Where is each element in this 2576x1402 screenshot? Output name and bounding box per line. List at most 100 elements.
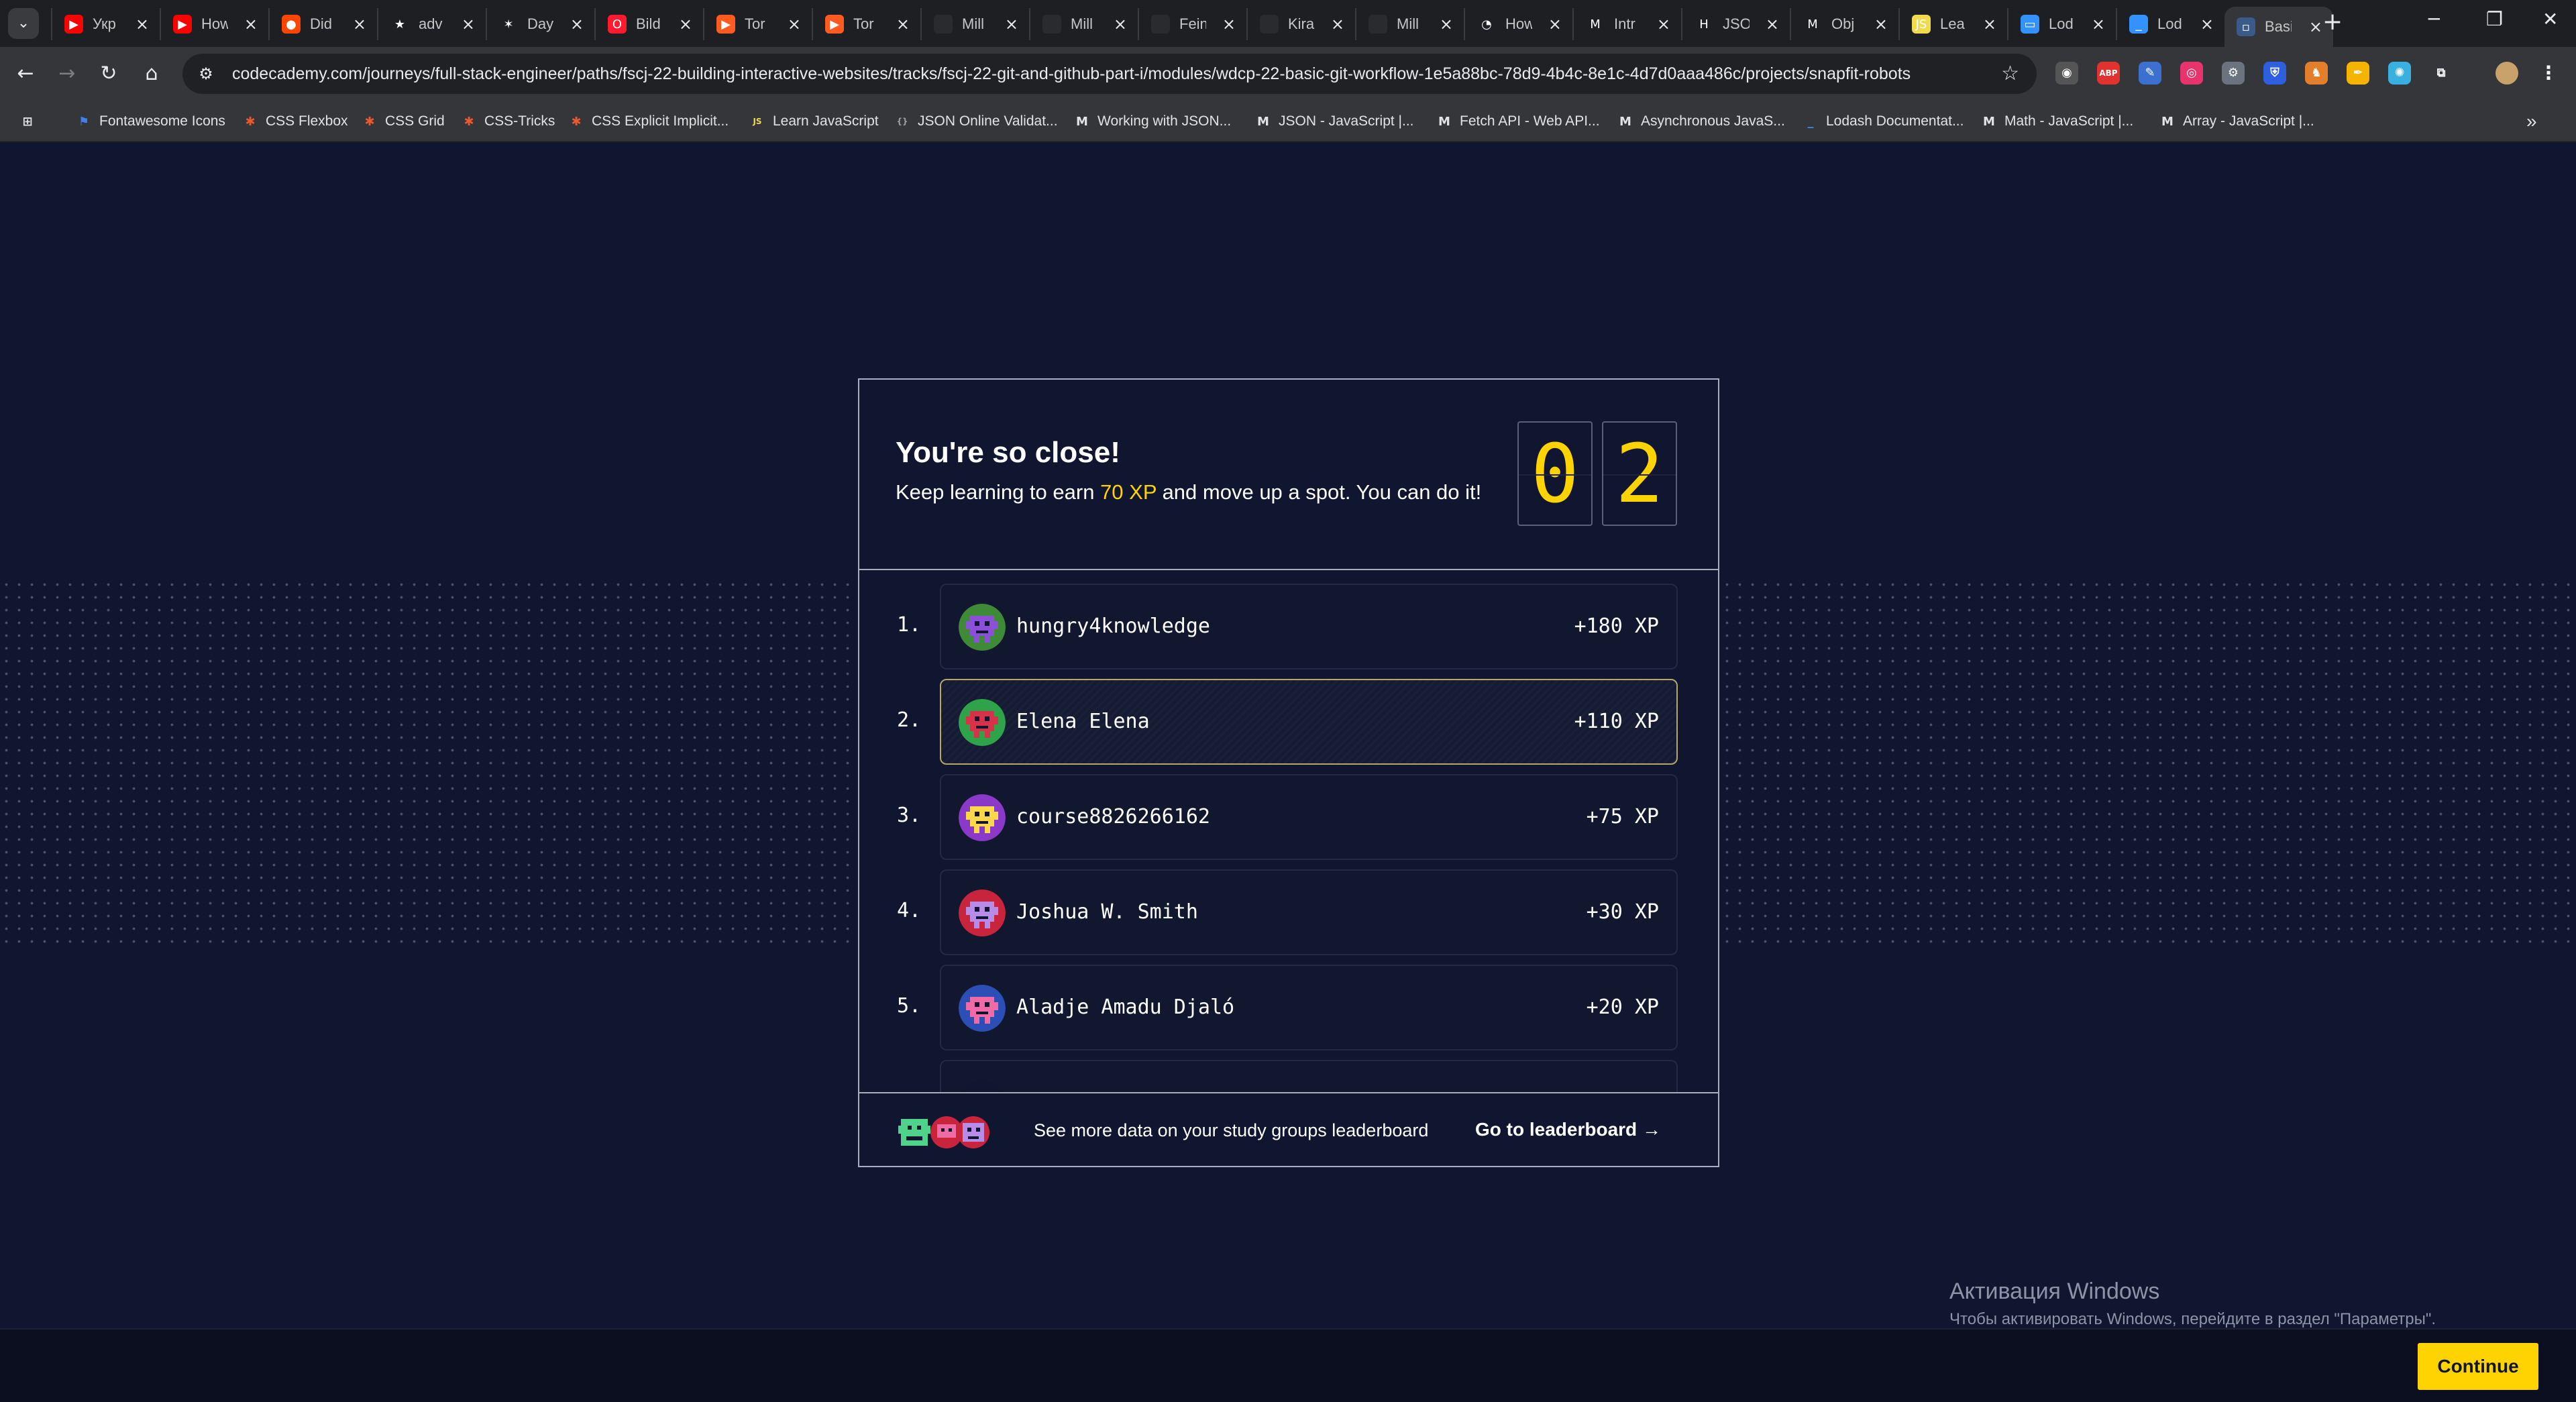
tab-5[interactable]: O Bild × — [594, 8, 703, 40]
tab-9[interactable]: Mill × — [1029, 8, 1138, 40]
apps-grid-icon[interactable]: ⊞ — [19, 110, 43, 133]
tab-4[interactable]: ✶ Day × — [486, 8, 594, 40]
tab-search-button[interactable]: ⌄ — [8, 8, 39, 39]
extension-shield-icon[interactable]: ⛨ — [2263, 62, 2286, 85]
close-tab-icon[interactable]: × — [136, 15, 149, 34]
tab-19[interactable]: _ Lod × — [2116, 8, 2224, 40]
extension-spark-icon[interactable]: ✺ — [2388, 62, 2411, 85]
bookmark-item[interactable]: M Asynchronous JavaS... — [1617, 110, 1785, 133]
extension-gear-icon[interactable]: ⚙ — [2222, 62, 2245, 85]
close-tab-icon[interactable]: × — [1005, 15, 1018, 34]
close-tab-icon[interactable]: × — [1874, 15, 1888, 34]
close-tab-icon[interactable]: × — [244, 15, 258, 34]
extension-fox-icon[interactable]: ♞ — [2305, 62, 2328, 85]
tab-13[interactable]: ◔ How × — [1464, 8, 1572, 40]
close-tab-icon[interactable]: × — [1766, 15, 1779, 34]
site-info-icon[interactable]: ⚙ — [195, 62, 217, 85]
close-tab-icon[interactable]: × — [679, 15, 692, 34]
close-tab-icon[interactable]: × — [353, 15, 366, 34]
avatar-robot-icon — [959, 794, 1006, 841]
tab-label: Day — [527, 15, 554, 32]
tab-18[interactable]: ▭ Lod × — [2007, 8, 2116, 40]
bookmark-item[interactable]: {} JSON Online Validat... — [894, 110, 1057, 133]
bookmarks-overflow-icon[interactable]: » — [2526, 110, 2537, 133]
close-window-button[interactable]: ✕ — [2542, 8, 2558, 30]
mdn-icon: M — [1619, 114, 1631, 129]
tab-12[interactable]: Mill × — [1355, 8, 1464, 40]
close-tab-icon[interactable]: × — [2200, 15, 2214, 34]
tab-10[interactable]: Fein × — [1138, 8, 1246, 40]
extensions-puzzle-icon[interactable]: ⧉ — [2430, 62, 2453, 85]
tab-16[interactable]: M Obj × — [1790, 8, 1898, 40]
close-tab-icon[interactable]: × — [570, 15, 584, 34]
bookmark-item[interactable]: M Working with JSON... — [1073, 110, 1231, 133]
tab-3[interactable]: ★ adv × — [377, 8, 486, 40]
tab-label: Укр — [93, 15, 116, 32]
bookmark-label: CSS Explicit Implicit... — [592, 113, 729, 129]
url-text[interactable]: codecademy.com/journeys/full-stack-engin… — [232, 64, 1976, 84]
tab-7[interactable]: ▶ Tor × — [812, 8, 920, 40]
extension-stylus-icon[interactable]: ✎ — [2139, 62, 2161, 85]
bookmark-item[interactable]: M Math - JavaScript |... — [1980, 110, 2133, 133]
home-button[interactable]: ⌂ — [137, 59, 166, 89]
youtube-icon: ▶ — [64, 15, 83, 34]
tab-2[interactable]: ● Did × — [268, 8, 377, 40]
link-label[interactable]: Go to leaderboard — [1475, 1119, 1637, 1140]
bookmark-item[interactable]: ⚑ Fontawesome Icons — [75, 110, 225, 133]
extension-adblock-icon[interactable]: ABP — [2097, 62, 2120, 85]
bookmark-star-icon[interactable]: ☆ — [2001, 62, 2019, 85]
extension-cookie-icon[interactable]: ◉ — [2055, 62, 2078, 85]
bookmark-item[interactable]: ✱ CSS Explicit Implicit... — [568, 110, 729, 133]
user-name: course8826266162 — [1016, 805, 1210, 828]
close-tab-icon[interactable]: × — [788, 15, 801, 34]
browser-menu-icon[interactable]: ⋮ — [2537, 62, 2560, 85]
tab-8[interactable]: Mill × — [920, 8, 1029, 40]
profile-avatar[interactable] — [2496, 62, 2518, 85]
reload-button[interactable]: ↻ — [94, 59, 123, 89]
tab-1[interactable]: ▶ How × — [160, 8, 268, 40]
close-tab-icon[interactable]: × — [2309, 17, 2322, 36]
tab-20[interactable]: ▫ Basi × — [2224, 7, 2333, 47]
tab-17[interactable]: JS Lea × — [1898, 8, 2007, 40]
address-bar[interactable]: ⚙ codecademy.com/journeys/full-stack-eng… — [182, 54, 2037, 94]
tab-0[interactable]: ▶ Укр × — [51, 8, 160, 40]
bookmark-item[interactable]: M JSON - JavaScript |... — [1254, 110, 1413, 133]
bookmark-item[interactable]: ✱ CSS-Tricks — [460, 110, 555, 133]
new-tab-button[interactable]: + — [2322, 8, 2343, 36]
bookmark-item[interactable]: _ Lodash Documentat... — [1802, 110, 1964, 133]
close-tab-icon[interactable]: × — [1657, 15, 1670, 34]
close-tab-icon[interactable]: × — [1114, 15, 1127, 34]
tab-6[interactable]: ▶ Tor × — [703, 8, 812, 40]
close-tab-icon[interactable]: × — [2092, 15, 2105, 34]
leaderboard-list[interactable]: 1. hungry4knowledge +180 XP 2. Elena Elena +1… — [859, 572, 1718, 1092]
close-tab-icon[interactable]: × — [462, 15, 475, 34]
activation-message: Чтобы активировать Windows, перейдите в … — [1949, 1310, 2436, 1328]
tab-label: How — [1505, 15, 1532, 32]
tab-11[interactable]: Kira × — [1246, 8, 1355, 40]
close-tab-icon[interactable]: × — [1331, 15, 1344, 34]
close-tab-icon[interactable]: × — [1440, 15, 1453, 34]
minimize-button[interactable]: ─ — [2428, 8, 2440, 30]
bookmark-label: Asynchronous JavaS... — [1641, 113, 1785, 129]
bookmark-item[interactable]: M Array - JavaScript |... — [2159, 110, 2314, 133]
continue-button[interactable]: Continue — [2418, 1343, 2538, 1390]
extension-o-icon[interactable]: ◎ — [2180, 62, 2203, 85]
extension-pen-icon[interactable]: ✒ — [2347, 62, 2369, 85]
bookmark-item[interactable]: JS Learn JavaScript — [749, 110, 878, 133]
back-button[interactable]: ← — [11, 59, 40, 89]
user-name: Elena Elena — [1016, 710, 1150, 733]
tab-15[interactable]: H JSO × — [1681, 8, 1790, 40]
close-tab-icon[interactable]: × — [1983, 15, 1996, 34]
bookmark-item[interactable]: M Fetch API - Web API... — [1436, 110, 1600, 133]
forward-button[interactable]: → — [52, 59, 82, 89]
tab-14[interactable]: M Intr × — [1572, 8, 1681, 40]
bookmark-item[interactable]: ✱ CSS Grid — [361, 110, 444, 133]
restore-button[interactable]: ❐ — [2486, 8, 2503, 30]
close-tab-icon[interactable]: × — [896, 15, 910, 34]
go-to-leaderboard-link[interactable]: Go to leaderboard → — [1475, 1119, 1661, 1140]
user-xp: +20 XP — [1586, 995, 1659, 1019]
close-tab-icon[interactable]: × — [1222, 15, 1236, 34]
bookmark-item[interactable]: ✱ CSS Flexbox — [241, 110, 347, 133]
close-tab-icon[interactable]: × — [1548, 15, 1562, 34]
activation-title: Активация Windows — [1949, 1279, 2160, 1304]
